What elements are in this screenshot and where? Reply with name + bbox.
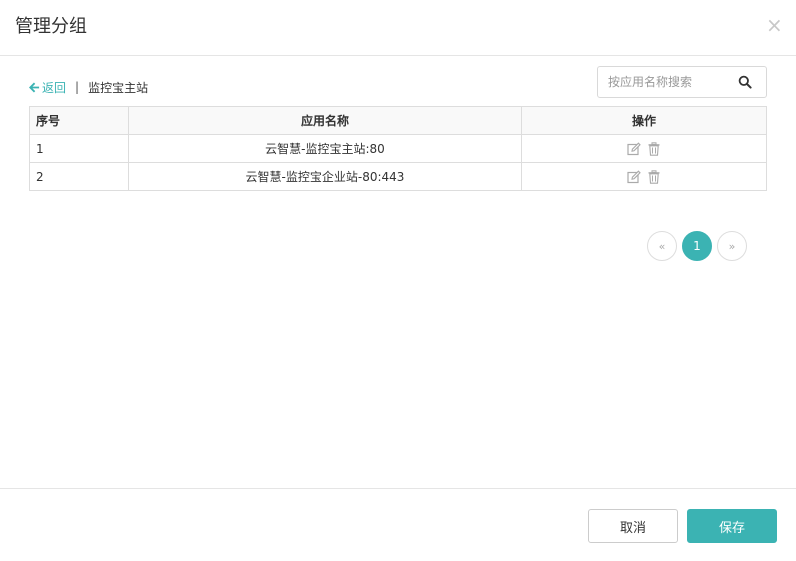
save-button[interactable]: 保存 <box>687 509 777 543</box>
breadcrumb-separator: | <box>75 80 80 94</box>
page-1-button[interactable]: 1 <box>682 231 712 261</box>
edit-icon[interactable] <box>627 170 641 184</box>
prev-page-button[interactable]: « <box>647 231 677 261</box>
row-app-name: 云智慧-监控宝主站:80 <box>128 134 522 163</box>
breadcrumb: 返回 | 监控宝主站 <box>29 78 148 96</box>
manage-group-dialog: 管理分组 × 返回 | 监控宝主站 序号 应用名称 操作 1 <box>0 0 796 561</box>
edit-icon[interactable] <box>627 142 641 156</box>
current-group-name: 监控宝主站 <box>88 80 149 95</box>
table-header-row: 序号 应用名称 操作 <box>29 106 767 135</box>
back-link[interactable]: 返回 <box>29 79 66 96</box>
dialog-title: 管理分组 <box>15 16 87 37</box>
pagination: « 1 » <box>647 231 747 261</box>
row-app-name: 云智慧-监控宝企业站-80:443 <box>128 162 522 191</box>
row-index: 2 <box>29 162 129 191</box>
table-row: 2 云智慧-监控宝企业站-80:443 <box>29 162 767 191</box>
next-page-button[interactable]: » <box>717 231 747 261</box>
close-button[interactable]: × <box>766 14 783 36</box>
trash-icon[interactable] <box>647 170 661 184</box>
search-icon[interactable] <box>738 75 752 89</box>
header-actions: 操作 <box>521 106 767 135</box>
dialog-header: 管理分组 × <box>0 0 796 56</box>
arrow-left-icon <box>29 82 40 92</box>
search-box <box>597 66 767 98</box>
row-index: 1 <box>29 134 129 163</box>
search-input[interactable] <box>598 67 730 97</box>
apps-table: 序号 应用名称 操作 1 云智慧-监控宝主站:80 2 云智慧-监控宝企业站-8… <box>29 106 767 191</box>
back-label: 返回 <box>42 80 67 95</box>
header-index: 序号 <box>29 106 129 135</box>
header-app-name: 应用名称 <box>128 106 522 135</box>
dialog-footer: 取消 保存 <box>0 488 796 561</box>
table-row: 1 云智慧-监控宝主站:80 <box>29 134 767 163</box>
row-actions <box>521 134 767 163</box>
cancel-button[interactable]: 取消 <box>588 509 678 543</box>
row-actions <box>521 162 767 191</box>
trash-icon[interactable] <box>647 142 661 156</box>
